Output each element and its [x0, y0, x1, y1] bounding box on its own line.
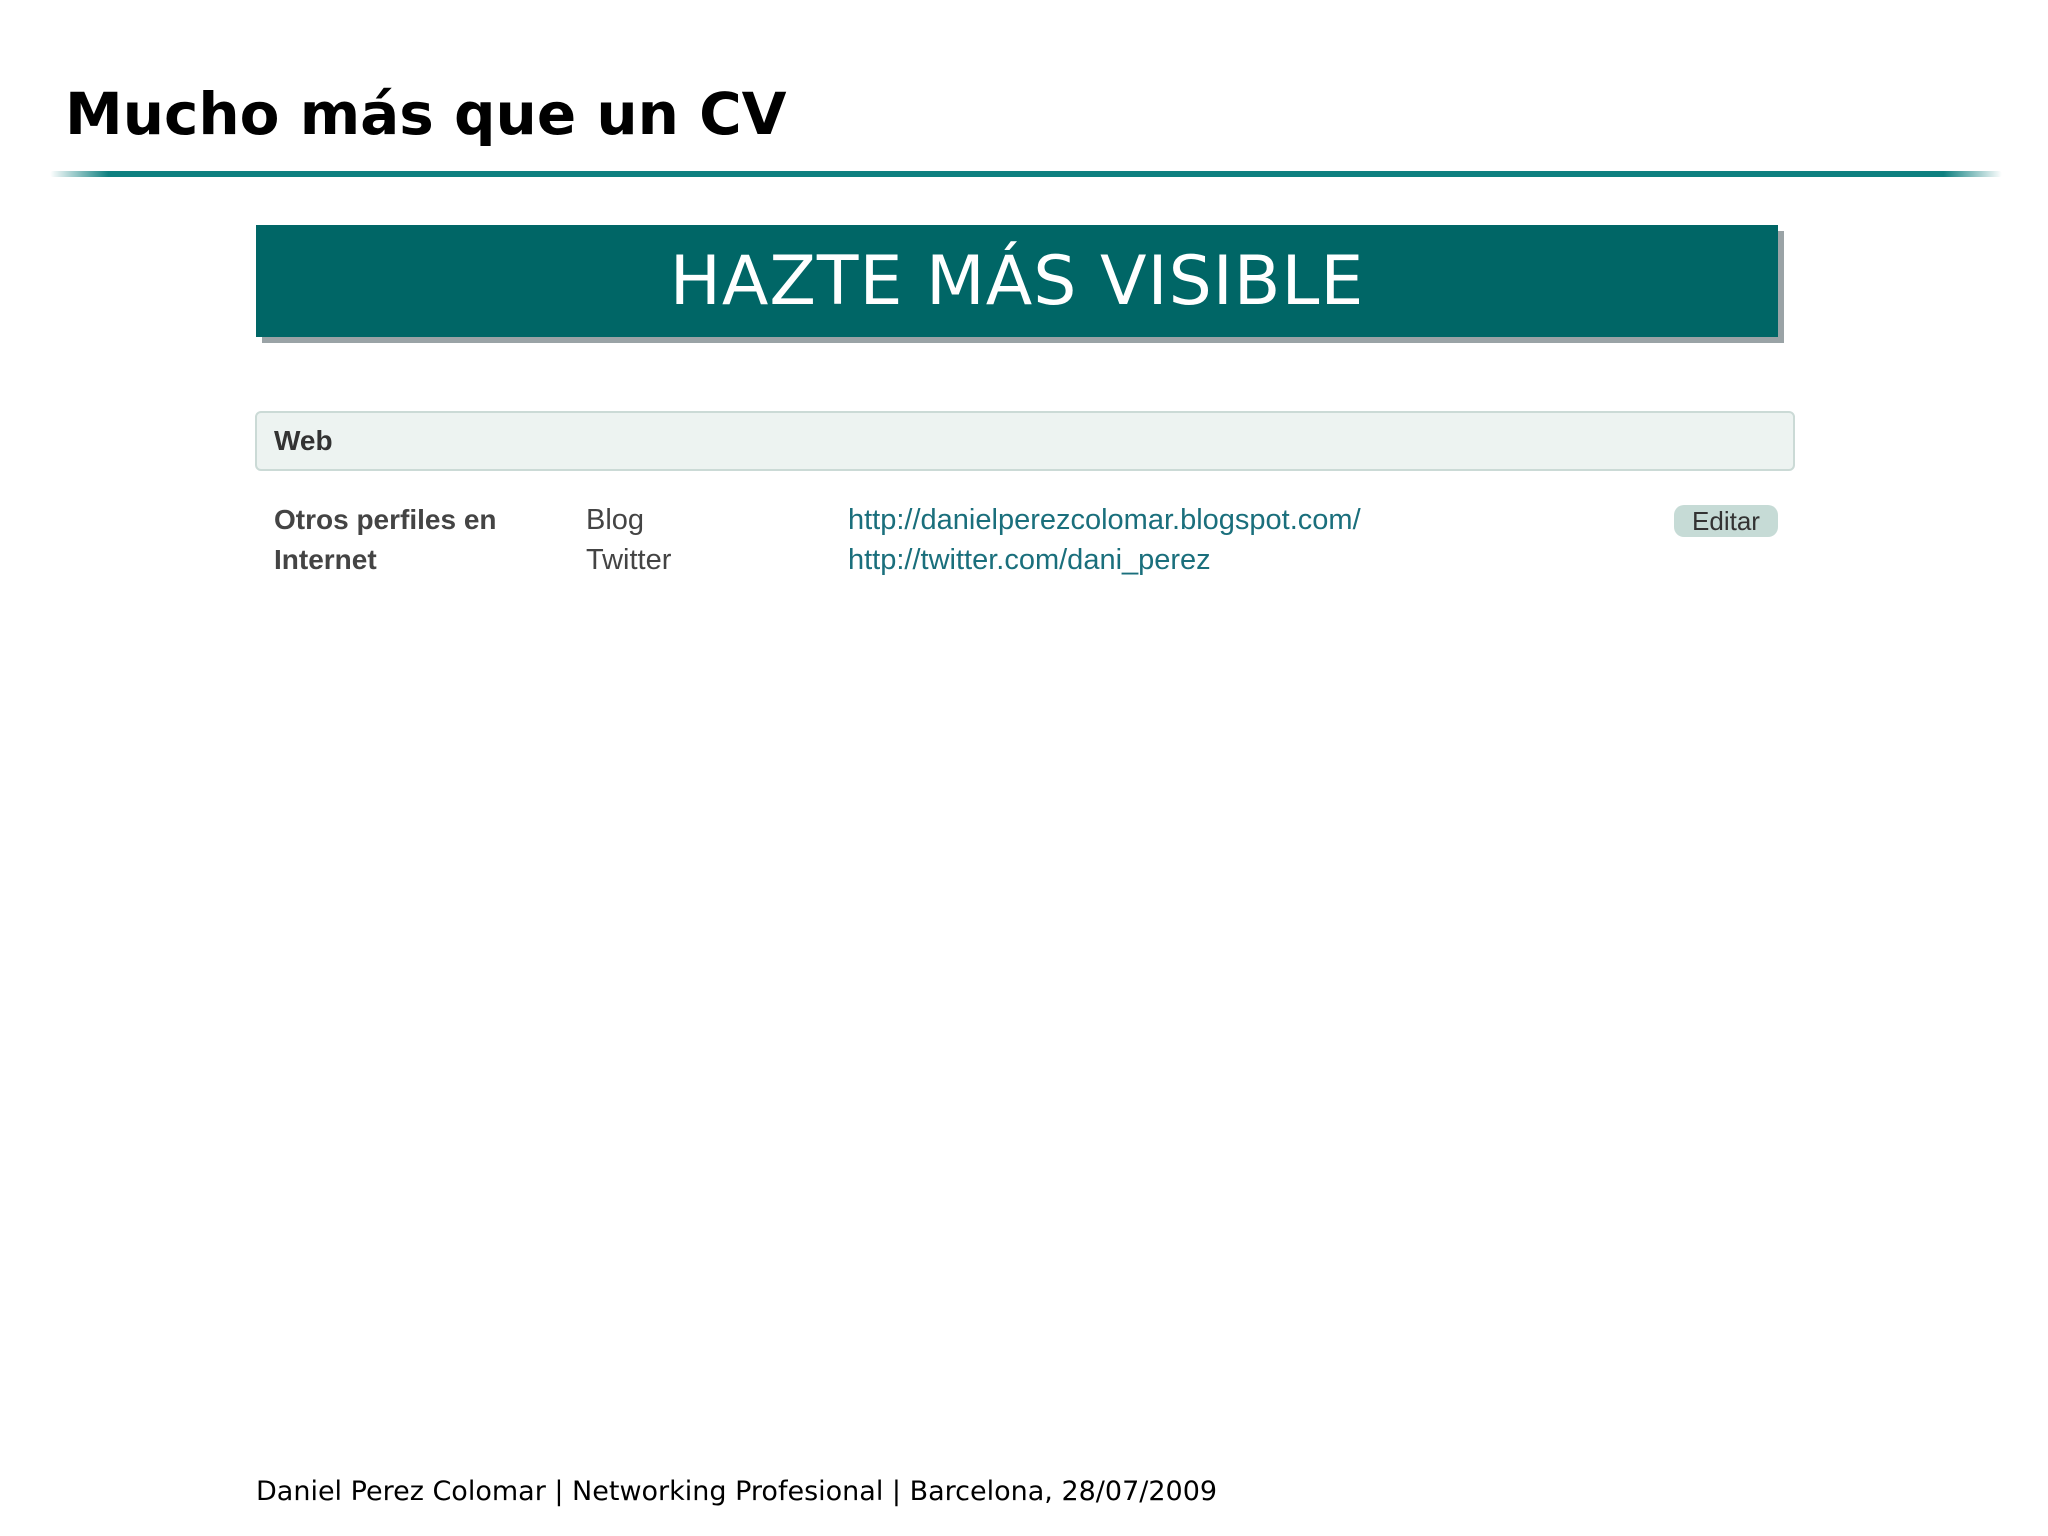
footer-text: Daniel Perez Colomar | Networking Profes… [256, 1476, 1218, 1507]
web-section-header: Web [255, 411, 1795, 471]
slide-title: Mucho más que un CV [65, 80, 787, 148]
profile-type-blog: Blog [586, 504, 645, 536]
title-divider [50, 171, 2002, 177]
edit-button[interactable]: Editar [1674, 505, 1778, 537]
profile-type-twitter: Twitter [586, 544, 672, 576]
web-section-title: Web [274, 425, 333, 456]
profile-row-twitter: Twitter http://twitter.com/dani_perez [0, 540, 2048, 580]
banner-text: HAZTE MÁS VISIBLE [669, 241, 1365, 321]
banner: HAZTE MÁS VISIBLE [256, 225, 1778, 337]
profile-link-twitter[interactable]: http://twitter.com/dani_perez [848, 540, 1211, 580]
profile-link-blog[interactable]: http://danielperezcolomar.blogspot.com/ [848, 500, 1361, 540]
